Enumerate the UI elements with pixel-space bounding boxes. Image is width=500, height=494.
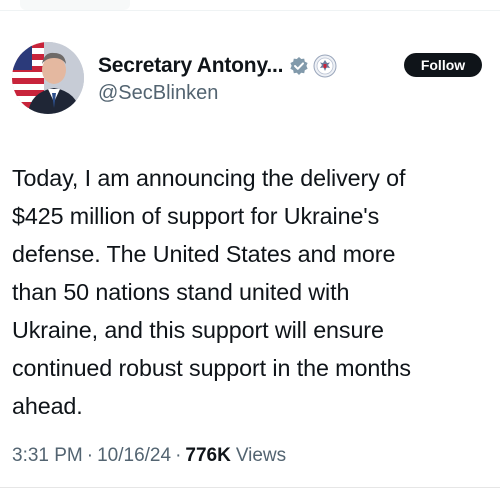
post-meta: 3:31 PM · 10/16/24 · 776K Views <box>12 445 286 467</box>
meta-separator: · <box>86 445 94 466</box>
state-department-seal-icon[interactable] <box>313 54 337 78</box>
divider <box>0 487 500 488</box>
views-count[interactable]: 776K <box>185 445 230 467</box>
author-display-name[interactable]: Secretary Antony... <box>98 54 283 78</box>
post-card: Secretary Antony... @SecBlinken Follow T… <box>0 0 500 494</box>
post-date[interactable]: 10/16/24 <box>97 445 171 467</box>
divider <box>0 10 500 11</box>
meta-separator: · <box>175 445 182 466</box>
views-label: Views <box>235 445 287 466</box>
author-handle[interactable]: @SecBlinken <box>98 82 218 105</box>
post-text: Today, I am announcing the delivery of $… <box>12 165 411 419</box>
follow-button[interactable]: Follow <box>404 53 482 77</box>
avatar[interactable] <box>12 42 84 114</box>
author-name-row: Secretary Antony... <box>98 52 337 80</box>
verified-badge-icon[interactable] <box>289 56 309 76</box>
post-time[interactable]: 3:31 PM <box>12 445 83 467</box>
previous-post-edge <box>20 0 130 10</box>
